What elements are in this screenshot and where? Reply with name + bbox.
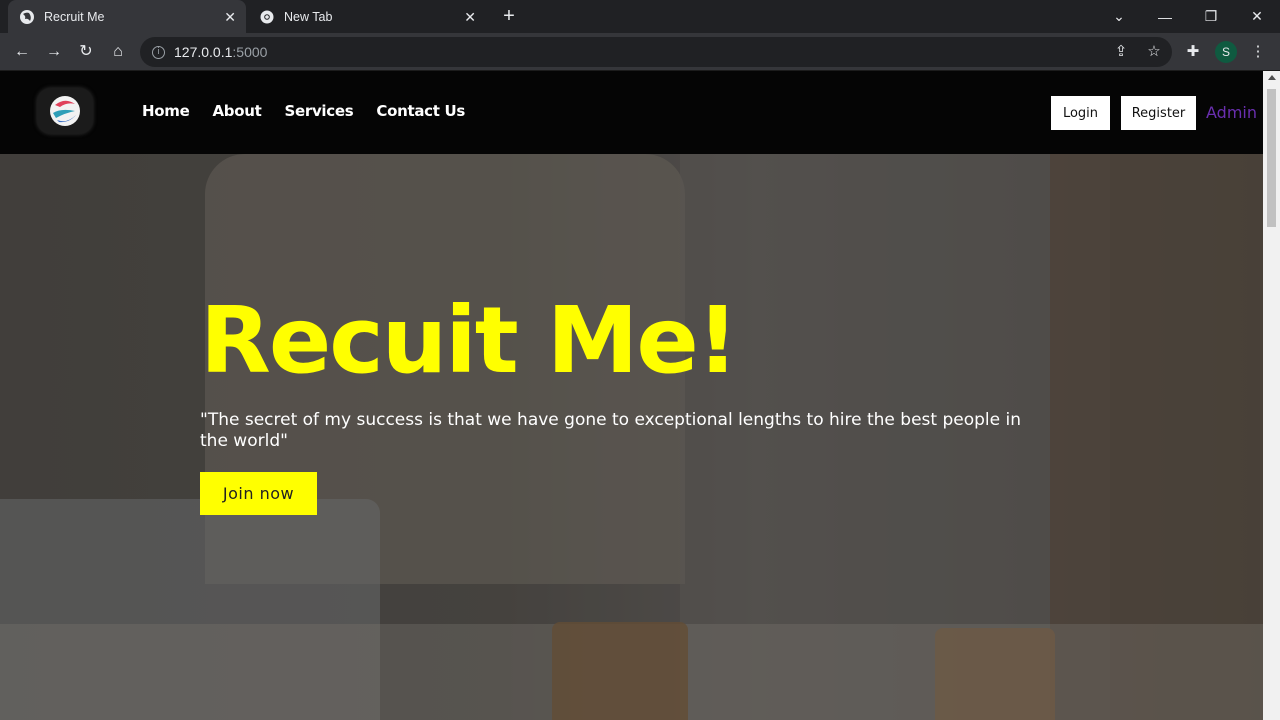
nav-contact-us[interactable]: Contact Us xyxy=(376,102,465,120)
nav-services[interactable]: Services xyxy=(284,102,353,120)
profile-avatar[interactable]: S xyxy=(1215,41,1237,63)
extensions-icon[interactable]: ✚ xyxy=(1182,41,1204,63)
hero-quote: "The secret of my success is that we hav… xyxy=(200,410,1021,451)
minimize-icon[interactable]: — xyxy=(1142,0,1188,33)
browser-toolbar: ← → ↻ ⌂ i 127.0.0.1:5000 ⇪ ☆ ✚ ⋮ xyxy=(0,33,1280,71)
star-icon[interactable]: ☆ xyxy=(1143,41,1165,63)
restore-icon[interactable]: ❐ xyxy=(1188,0,1234,33)
hero-title: Recuit Me! xyxy=(200,287,739,394)
globe-icon xyxy=(20,9,34,24)
tab-title: New Tab xyxy=(284,9,333,24)
page-viewport: Home About Services Contact Us Login Reg… xyxy=(0,71,1263,720)
nav-about[interactable]: About xyxy=(212,102,261,120)
tab-title: Recruit Me xyxy=(44,9,105,24)
browser-tabstrip: Recruit Me ✕ New Tab ✕ + ⌄ — ❐ ✕ xyxy=(0,0,1280,33)
address-host: 127.0.0.1 xyxy=(174,44,233,60)
login-button[interactable]: Login xyxy=(1051,96,1110,130)
site-logo[interactable] xyxy=(37,88,93,134)
new-tab-button[interactable]: + xyxy=(496,5,522,29)
nav-home[interactable]: Home xyxy=(142,102,190,120)
home-icon[interactable]: ⌂ xyxy=(107,41,129,63)
back-icon[interactable]: ← xyxy=(11,41,33,63)
menu-icon[interactable]: ⋮ xyxy=(1247,41,1269,63)
admin-link[interactable]: Admin xyxy=(1206,103,1257,122)
tab-search-icon[interactable]: ⌄ xyxy=(1096,0,1142,33)
info-icon[interactable]: i xyxy=(152,45,165,59)
close-icon[interactable]: ✕ xyxy=(464,9,476,26)
scrollbar-thumb[interactable] xyxy=(1267,89,1276,227)
address-port: :5000 xyxy=(232,44,268,60)
site-navbar: Home About Services Contact Us Login Reg… xyxy=(0,71,1263,154)
tab-recruit-me[interactable]: Recruit Me ✕ xyxy=(8,0,246,33)
forward-icon[interactable]: → xyxy=(43,41,65,63)
share-icon[interactable]: ⇪ xyxy=(1110,41,1132,63)
join-now-button[interactable]: Join now xyxy=(200,472,317,515)
logo-icon xyxy=(50,96,80,126)
chrome-icon xyxy=(260,10,274,24)
close-icon[interactable]: ✕ xyxy=(224,9,236,26)
reload-icon[interactable]: ↻ xyxy=(75,41,97,63)
address-bar[interactable]: i 127.0.0.1:5000 xyxy=(140,37,1172,67)
window-close-icon[interactable]: ✕ xyxy=(1234,0,1280,33)
tab-new-tab[interactable]: New Tab ✕ xyxy=(248,0,486,33)
page-scrollbar[interactable] xyxy=(1263,71,1280,720)
scroll-up-icon[interactable] xyxy=(1268,75,1276,80)
main-nav: Home About Services Contact Us xyxy=(142,102,488,120)
hero-section: Recuit Me! "The secret of my success is … xyxy=(0,154,1263,720)
register-button[interactable]: Register xyxy=(1121,96,1196,130)
